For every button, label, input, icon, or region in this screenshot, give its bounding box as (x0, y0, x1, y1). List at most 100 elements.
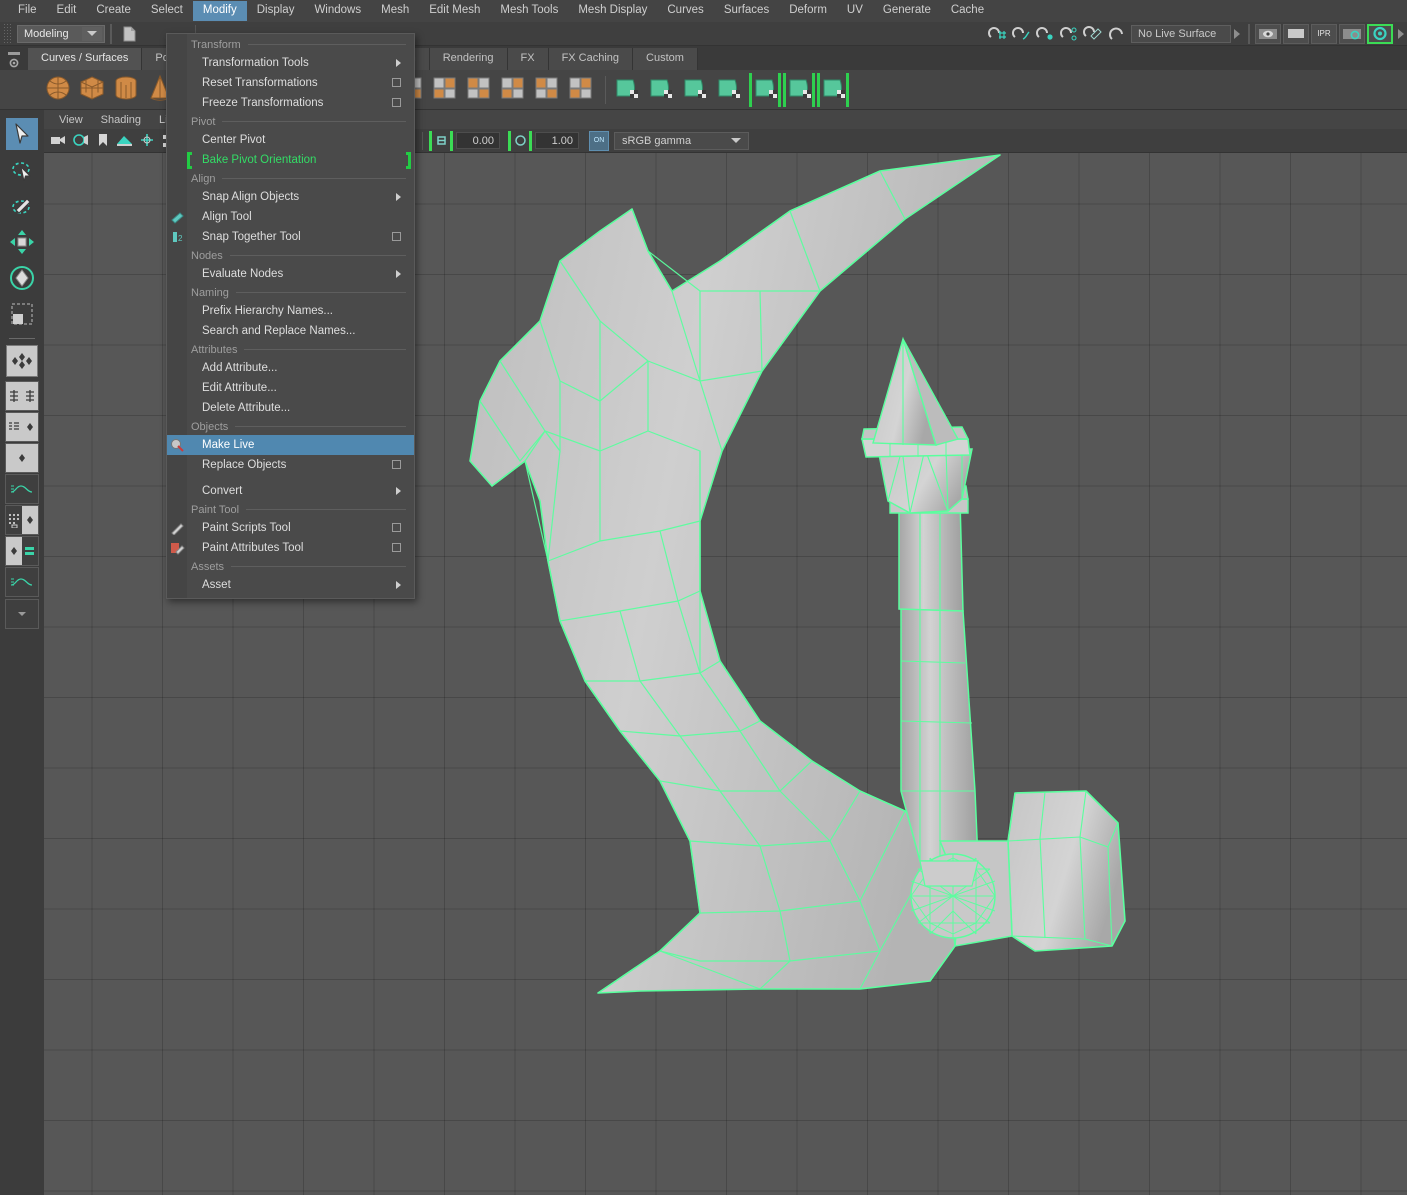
shelf-options-controls[interactable] (0, 48, 28, 70)
viewport-menu-view[interactable]: View (50, 114, 92, 126)
hypershade-persp-layout[interactable] (5, 474, 39, 504)
shelf-tab-curves-surfaces[interactable]: Curves / Surfaces (28, 48, 143, 70)
status-expand-arrow-1[interactable] (1231, 24, 1243, 44)
option-box-icon[interactable] (392, 543, 401, 552)
layout-dope-left[interactable] (6, 506, 22, 534)
layout-menu-dropdown[interactable] (5, 599, 39, 629)
layout-mix-left[interactable] (6, 537, 22, 565)
uv-spherical-icon[interactable] (681, 73, 713, 107)
snap-to-curve-icon[interactable] (1009, 23, 1033, 45)
poly-quad-draw-icon[interactable] (498, 73, 530, 107)
shelf-tab-rendering[interactable]: Rendering (429, 48, 508, 70)
uv-cylindrical-icon[interactable] (647, 73, 679, 107)
menu-item-center-pivot[interactable]: Center Pivot (167, 130, 414, 150)
poly-merge-icon[interactable] (566, 73, 598, 107)
select-tool[interactable] (6, 118, 38, 150)
menu-item-freeze-transformations[interactable]: Freeze Transformations (167, 93, 414, 113)
menu-surfaces[interactable]: Surfaces (714, 1, 779, 21)
menu-item-delete-attribute[interactable]: Delete Attribute... (167, 398, 414, 418)
menu-set-selector[interactable]: Modeling (17, 24, 105, 43)
render-current-frame-icon[interactable] (1255, 23, 1281, 44)
status-line-gripper[interactable] (3, 22, 12, 45)
snap-to-grid-icon[interactable] (985, 23, 1009, 45)
bookmark-icon[interactable] (92, 131, 114, 151)
rotate-tool[interactable] (6, 262, 38, 294)
viewport-menu-shading[interactable]: Shading (92, 114, 150, 126)
layout-persp-right[interactable] (22, 413, 38, 441)
poly-cylinder-icon[interactable] (111, 73, 143, 107)
shelf-left-controls[interactable] (0, 70, 42, 110)
poly-cube-icon[interactable] (77, 73, 109, 107)
menu-windows[interactable]: Windows (304, 1, 371, 21)
snap-to-point-icon[interactable] (1033, 23, 1057, 45)
chevron-down-icon[interactable] (82, 26, 102, 41)
poly-mirror-icon[interactable] (430, 73, 462, 107)
outliner-persp-graph-layout[interactable] (5, 536, 39, 566)
make-live-snap-icon[interactable] (1105, 23, 1129, 45)
camera-attributes-icon[interactable] (70, 131, 92, 151)
menu-item-paint-scripts-tool[interactable]: Paint Scripts Tool (167, 518, 414, 538)
menu-uv[interactable]: UV (837, 1, 873, 21)
shelf-tab-custom[interactable]: Custom (633, 48, 698, 70)
gamma-value[interactable]: 1.00 (535, 132, 579, 149)
option-box-icon[interactable] (392, 232, 401, 241)
render-sequence-icon[interactable] (1283, 23, 1309, 44)
menu-item-edit-attribute[interactable]: Edit Attribute... (167, 378, 414, 398)
uv-automatic-icon[interactable] (715, 73, 747, 107)
menu-item-snap-together-tool[interactable]: 2 Snap Together Tool (167, 227, 414, 247)
ipr-render-icon[interactable]: IPR (1311, 23, 1337, 44)
layout-mix-right[interactable] (22, 537, 38, 565)
four-view-layout[interactable] (5, 381, 39, 411)
color-management-select[interactable]: sRGB gamma (614, 131, 749, 150)
uv-unfold-icon[interactable] (749, 72, 781, 107)
layout-graph-editor[interactable] (6, 475, 38, 503)
persp-graph-layout[interactable] (5, 443, 39, 473)
persp-dope-sheet-layout[interactable] (5, 505, 39, 535)
select-camera-icon[interactable] (48, 131, 70, 151)
color-management-toggle[interactable]: ON (589, 130, 609, 151)
layout-dope-right[interactable] (22, 506, 38, 534)
uv-planar-icon[interactable] (613, 73, 645, 107)
menu-item-bake-pivot-orientation[interactable]: Bake Pivot Orientation (167, 150, 414, 170)
menu-item-snap-align-objects[interactable]: Snap Align Objects (167, 187, 414, 207)
menu-item-make-live[interactable]: Make Live (167, 435, 414, 455)
menu-mesh-tools[interactable]: Mesh Tools (490, 1, 568, 21)
live-surface-field[interactable]: No Live Surface (1131, 24, 1231, 43)
outliner-persp-layout[interactable] (5, 412, 39, 442)
poly-booleans-icon[interactable] (464, 73, 496, 107)
scale-tool[interactable] (6, 298, 38, 330)
shelf-tab-fx[interactable]: FX (507, 48, 549, 70)
option-box-icon[interactable] (392, 460, 401, 469)
menu-modify[interactable]: Modify (192, 1, 247, 21)
menu-select[interactable]: Select (141, 1, 193, 21)
menu-edit-mesh[interactable]: Edit Mesh (419, 1, 490, 21)
single-perspective-layout[interactable] (6, 345, 38, 377)
menu-item-search-and-replace-names[interactable]: Search and Replace Names... (167, 321, 414, 341)
layout-quad-left[interactable] (6, 382, 22, 410)
layout-render-view[interactable] (6, 568, 38, 596)
chevron-down-icon[interactable] (726, 134, 746, 148)
menu-item-add-attribute[interactable]: Add Attribute... (167, 358, 414, 378)
hypershade-icon[interactable] (1367, 23, 1393, 44)
modify-dropdown-menu[interactable]: Transform Transformation Tools Reset Trans… (166, 33, 415, 599)
layout-quad-right[interactable] (22, 382, 38, 410)
poly-target-weld-icon[interactable] (532, 73, 564, 107)
menu-deform[interactable]: Deform (779, 1, 837, 21)
menu-item-paint-attributes-tool[interactable]: Paint Attributes Tool (167, 538, 414, 558)
snap-to-projected-center-icon[interactable] (1057, 23, 1081, 45)
move-tool[interactable] (6, 226, 38, 258)
uv-cut-sew-icon[interactable] (817, 72, 849, 107)
2d-pan-zoom-icon[interactable] (136, 131, 158, 151)
menu-item-evaluate-nodes[interactable]: Evaluate Nodes (167, 264, 414, 284)
image-plane-icon[interactable] (114, 131, 136, 151)
menu-file[interactable]: File (8, 1, 47, 21)
menu-item-align-tool[interactable]: Align Tool (167, 207, 414, 227)
menu-create[interactable]: Create (86, 1, 141, 21)
uv-editor-icon[interactable] (783, 72, 815, 107)
layout-list-left[interactable] (6, 413, 22, 441)
exposure-value[interactable]: 0.00 (456, 132, 500, 149)
menu-mesh[interactable]: Mesh (371, 1, 419, 21)
menu-item-convert[interactable]: Convert (167, 481, 414, 501)
new-scene-icon[interactable] (117, 23, 141, 45)
exposure-icon[interactable] (429, 130, 453, 151)
